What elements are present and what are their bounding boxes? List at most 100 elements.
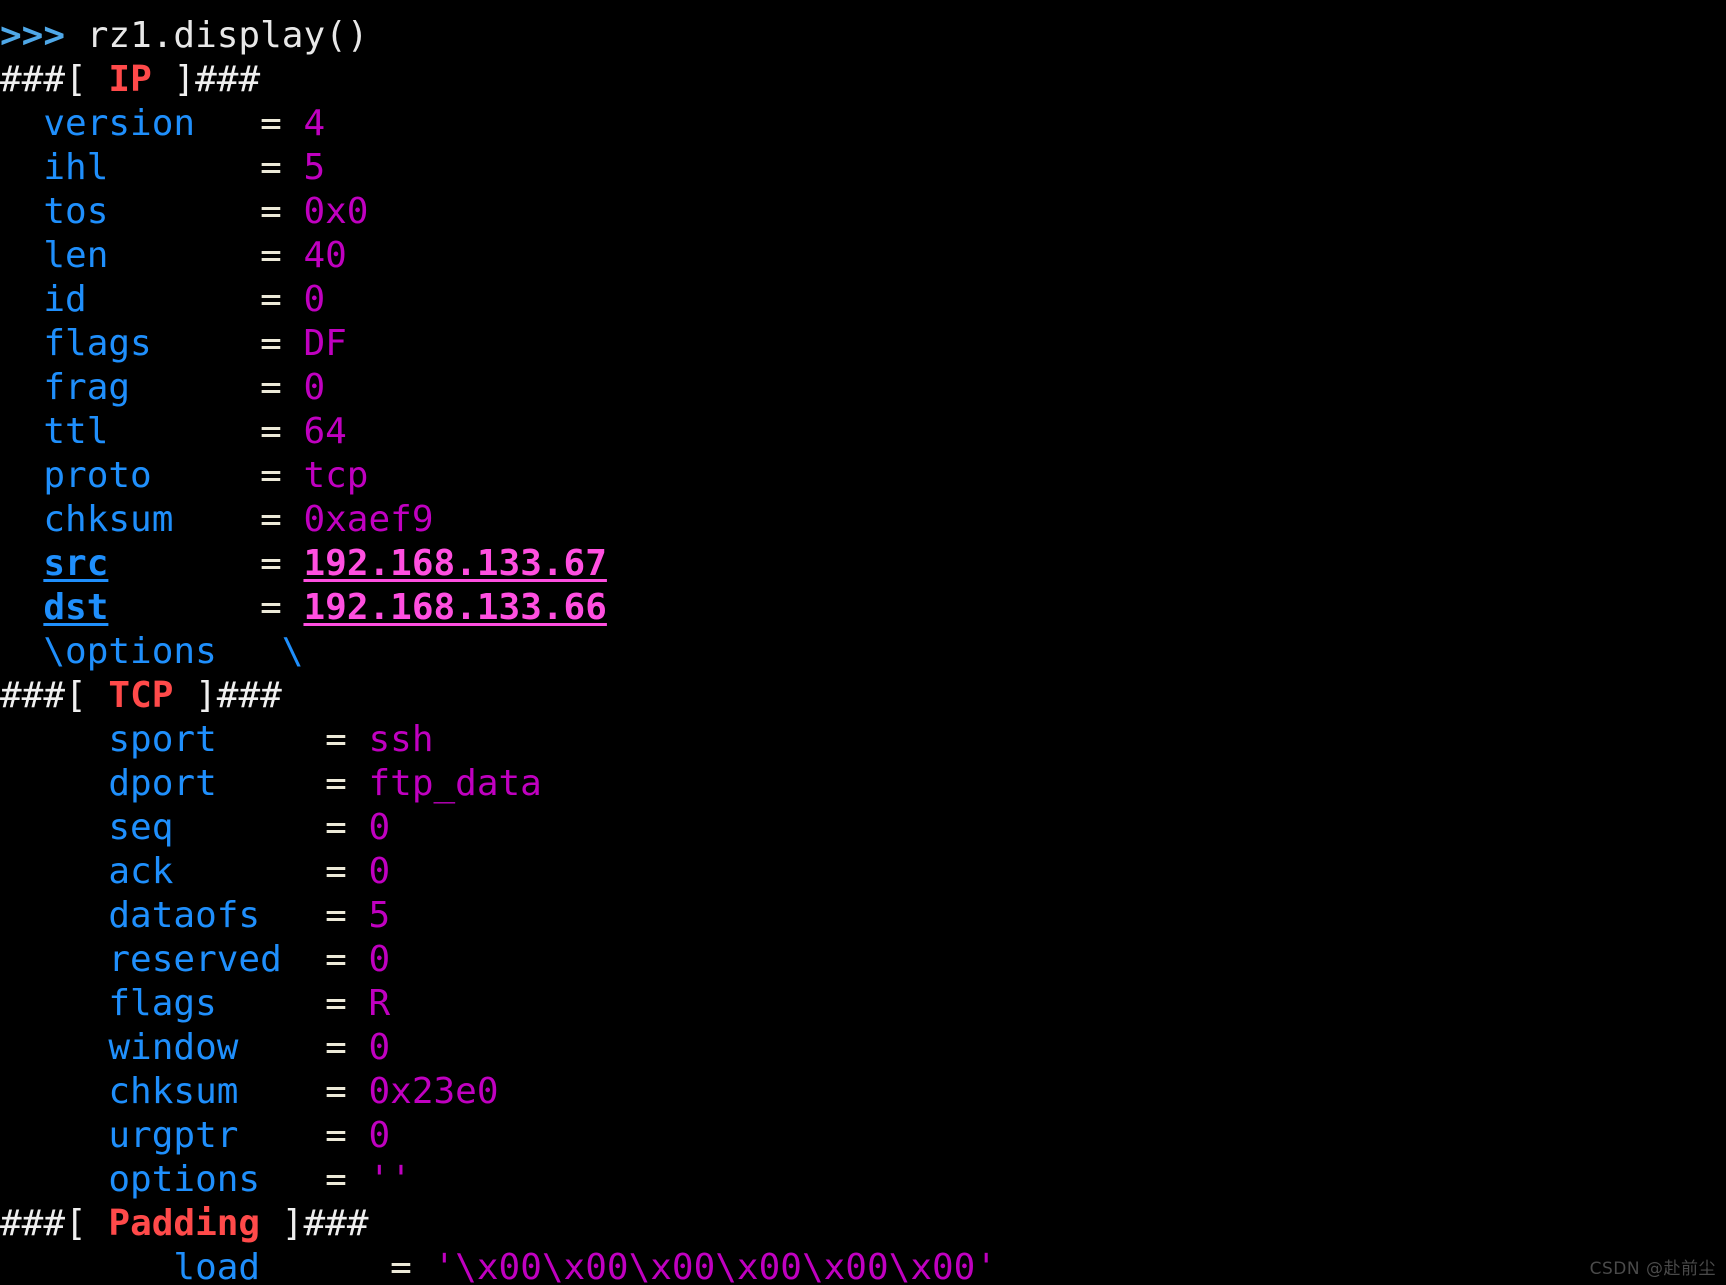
field-label-sport: sport — [0, 719, 326, 760]
equals-sign: = — [325, 1071, 369, 1112]
layer-header-tcp: ###[ TCP ]### — [0, 674, 1726, 718]
field-value-chksum: 0xaef9 — [303, 499, 434, 540]
field-row-ip-flags: flags = DF — [0, 322, 1726, 366]
layer-header-gap-right — [152, 59, 174, 100]
equals-sign: = — [260, 411, 304, 452]
field-value-reserved: 0 — [368, 939, 391, 980]
field-label-urgptr: urgptr — [0, 1115, 326, 1156]
equals-sign: = — [260, 279, 304, 320]
equals-sign: = — [325, 807, 369, 848]
equals-sign: = — [325, 851, 369, 892]
layer-header-gap-right — [260, 1203, 282, 1244]
field-label-proto: proto — [0, 455, 261, 496]
equals-sign: = — [325, 719, 369, 760]
field-value-src: 192.168.133.67 — [303, 543, 607, 584]
field-row-ip-chksum: chksum = 0xaef9 — [0, 498, 1726, 542]
layer-header-gap-left — [87, 1203, 109, 1244]
equals-sign: = — [260, 543, 304, 584]
field-label-dport: dport — [0, 763, 326, 804]
layer-header-ip: ###[ IP ]### — [0, 58, 1726, 102]
field-row-tcp-flags: flags = R — [0, 982, 1726, 1026]
field-label-flags: flags — [0, 323, 261, 364]
field-label-dataofs: dataofs — [0, 895, 326, 936]
equals-sign: = — [260, 587, 304, 628]
field-row-padding-load: load = '\x00\x00\x00\x00\x00\x00' — [0, 1246, 1726, 1285]
field-value-window: 0 — [368, 1027, 391, 1068]
field-value-version: 4 — [303, 103, 326, 144]
field-value-dataofs: 5 — [368, 895, 391, 936]
csdn-watermark: CSDN @赴前尘 — [1589, 1259, 1716, 1279]
command-line[interactable]: >>> rz1.display() — [0, 14, 1726, 58]
field-row-tcp-ack: ack = 0 — [0, 850, 1726, 894]
field-value-flags: DF — [303, 323, 347, 364]
clipped-top-line-text — [0, 0, 1517, 12]
field-label-reserved: reserved — [0, 939, 326, 980]
layer-header-gap-right — [173, 675, 195, 716]
field-label-flags: flags — [0, 983, 326, 1024]
field-row-tcp-chksum: chksum = 0x23e0 — [0, 1070, 1726, 1114]
field-row-tcp-dataofs: dataofs = 5 — [0, 894, 1726, 938]
prompt-symbol: >>> — [0, 15, 66, 56]
equals-sign: = — [390, 1247, 434, 1285]
field-label-tos: tos — [0, 191, 261, 232]
command-text: rz1.display() — [86, 15, 369, 56]
layer-header-prefix: ###[ — [0, 1203, 87, 1244]
equals-sign: = — [260, 323, 304, 364]
field-row-ip-version: version = 4 — [0, 102, 1726, 146]
field-value-flags: R — [368, 983, 391, 1024]
field-value-dst: 192.168.133.66 — [303, 587, 607, 628]
clipped-top-line — [0, 0, 1726, 14]
field-label-chksum: chksum — [0, 1071, 326, 1112]
field-label-dst: dst — [43, 587, 109, 628]
field-indent — [0, 543, 43, 584]
field-value-ihl: 5 — [303, 147, 326, 188]
field-value-len: 40 — [303, 235, 347, 276]
sublayer-label-options: \options \ — [43, 631, 304, 672]
field-row-ip-frag: frag = 0 — [0, 366, 1726, 410]
field-row-tcp-options: options = '' — [0, 1158, 1726, 1202]
layer-header-gap-left — [87, 59, 109, 100]
terminal-scrollback[interactable]: >>> rz1.display() ###[ IP ]### version =… — [0, 0, 1726, 1285]
field-label-src: src — [43, 543, 109, 584]
layer-header-prefix: ###[ — [0, 59, 87, 100]
layer-header-suffix: ]### — [173, 59, 261, 100]
equals-sign: = — [260, 191, 304, 232]
field-label-load: load — [0, 1247, 391, 1285]
field-row-ip-id: id = 0 — [0, 278, 1726, 322]
equals-sign: = — [260, 499, 304, 540]
field-label-window: window — [0, 1027, 326, 1068]
layer-name-ip: IP — [108, 59, 152, 100]
field-row-tcp-sport: sport = ssh — [0, 718, 1726, 762]
layer-header-suffix: ]### — [195, 675, 282, 716]
field-label-ack: ack — [0, 851, 326, 892]
field-value-urgptr: 0 — [368, 1115, 391, 1156]
field-row-tcp-seq: seq = 0 — [0, 806, 1726, 850]
field-label-options: options — [0, 1159, 326, 1200]
field-row-ip-ihl: ihl = 5 — [0, 146, 1726, 190]
field-value-sport: ssh — [368, 719, 434, 760]
field-label-id: id — [0, 279, 261, 320]
equals-sign: = — [325, 763, 369, 804]
field-row-ip-tos: tos = 0x0 — [0, 190, 1726, 234]
layer-header-gap-left — [87, 675, 109, 716]
equals-sign: = — [325, 1027, 369, 1068]
field-value-chksum: 0x23e0 — [368, 1071, 499, 1112]
field-label-frag: frag — [0, 367, 261, 408]
equals-sign: = — [260, 235, 304, 276]
field-indent — [0, 587, 43, 628]
sublayer-row-ip-options: \options \ — [0, 630, 1726, 674]
equals-sign: = — [260, 103, 304, 144]
field-value-dport: ftp_data — [368, 763, 542, 804]
field-row-tcp-reserved: reserved = 0 — [0, 938, 1726, 982]
layer-name-padding: Padding — [108, 1203, 261, 1244]
equals-sign: = — [260, 367, 304, 408]
field-label-ttl: ttl — [0, 411, 261, 452]
equals-sign: = — [260, 147, 304, 188]
field-pad — [108, 587, 260, 628]
layer-header-prefix: ###[ — [0, 675, 87, 716]
field-row-ip-proto: proto = tcp — [0, 454, 1726, 498]
field-row-ip-ttl: ttl = 64 — [0, 410, 1726, 454]
equals-sign: = — [325, 983, 369, 1024]
field-label-chksum: chksum — [0, 499, 261, 540]
equals-sign: = — [325, 895, 369, 936]
